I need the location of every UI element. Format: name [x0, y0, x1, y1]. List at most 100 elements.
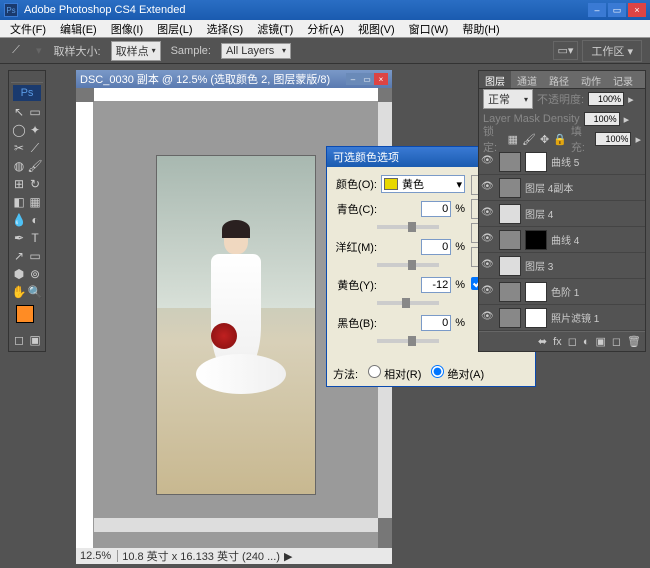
lasso-tool[interactable]: ◯ [11, 121, 27, 139]
menu-select[interactable]: 选择(S) [201, 19, 250, 39]
pen-tool[interactable]: ✒ [11, 229, 27, 247]
group-icon[interactable]: ▣ [595, 335, 605, 348]
visibility-icon[interactable]: 👁 [481, 311, 495, 325]
layer-thumb[interactable] [499, 204, 521, 224]
cyan-slider[interactable] [377, 225, 439, 229]
doc-minimize-button[interactable]: – [346, 73, 360, 85]
tab-history[interactable]: 记录 [607, 71, 639, 88]
type-tool[interactable]: T [27, 229, 43, 247]
minimize-button[interactable]: – [588, 3, 606, 17]
document-titlebar[interactable]: DSC_0030 副本 @ 12.5% (选取颜色 2, 图层蒙版/8) – ▭… [76, 70, 392, 88]
layer-mask-thumb[interactable] [525, 282, 547, 302]
doc-maximize-button[interactable]: ▭ [360, 73, 374, 85]
status-arrow-icon[interactable]: ▶ [284, 550, 292, 563]
visibility-icon[interactable]: 👁 [481, 233, 495, 247]
visibility-icon[interactable]: 👁 [481, 155, 495, 169]
menu-window[interactable]: 窗口(W) [403, 19, 455, 39]
absolute-radio-label[interactable]: 绝对(A) [431, 365, 484, 382]
zoom-tool[interactable]: 🔍 [27, 283, 43, 301]
sample-layers-select[interactable]: All Layers [221, 43, 291, 59]
eyedropper-tool[interactable]: ⟋ [27, 139, 43, 157]
visibility-icon[interactable]: 👁 [481, 285, 495, 299]
layer-thumb[interactable] [499, 308, 521, 328]
layer-item[interactable]: 👁色阶 1 [479, 279, 645, 305]
crop-tool[interactable]: ✂ [11, 139, 27, 157]
menu-image[interactable]: 图像(I) [105, 19, 149, 39]
tab-channels[interactable]: 通道 [511, 71, 543, 88]
lock-all-icon[interactable]: 🔒 [553, 133, 567, 146]
absolute-radio[interactable] [431, 365, 444, 378]
fill-arrow-icon[interactable]: ▸ [635, 133, 641, 146]
tab-layers[interactable]: 图层 [479, 71, 511, 88]
menu-layer[interactable]: 图层(L) [151, 19, 198, 39]
magenta-slider[interactable] [377, 263, 439, 267]
layer-mask-thumb[interactable] [525, 152, 547, 172]
layer-thumb[interactable] [499, 282, 521, 302]
black-slider[interactable] [377, 339, 439, 343]
layer-mask-thumb[interactable] [525, 230, 547, 250]
history-brush-tool[interactable]: ↻ [27, 175, 43, 193]
screen-mode-button[interactable]: ▭▾ [553, 41, 579, 60]
layer-thumb[interactable] [499, 256, 521, 276]
3d-camera-tool[interactable]: ⊚ [27, 265, 43, 283]
opacity-arrow-icon[interactable]: ▸ [628, 93, 634, 106]
path-tool[interactable]: ↗ [11, 247, 27, 265]
gradient-tool[interactable]: ▦ [27, 193, 43, 211]
magenta-input[interactable] [421, 239, 451, 255]
3d-tool[interactable]: ⬢ [11, 265, 27, 283]
scrollbar-horizontal[interactable] [94, 518, 378, 532]
visibility-icon[interactable]: 👁 [481, 207, 495, 221]
link-layers-icon[interactable]: ⬌ [538, 335, 547, 348]
menu-edit[interactable]: 编辑(E) [54, 19, 103, 39]
lock-transparent-icon[interactable]: ▦ [508, 133, 518, 146]
close-button[interactable]: × [628, 3, 646, 17]
layer-item[interactable]: 👁照片滤镜 1 [479, 305, 645, 331]
quick-mask-button[interactable]: ◻ [11, 331, 27, 349]
adjustment-layer-icon[interactable]: ◐ [583, 336, 590, 348]
layer-item[interactable]: 👁图层 4副本 [479, 175, 645, 201]
layer-mask-icon[interactable]: ◻ [568, 335, 577, 348]
blend-mode-select[interactable]: 正常 [483, 89, 533, 109]
doc-close-button[interactable]: × [374, 73, 388, 85]
stamp-tool[interactable]: ⊞ [11, 175, 27, 193]
layer-item[interactable]: 👁图层 3 [479, 253, 645, 279]
color-swatches[interactable] [16, 305, 38, 327]
heal-tool[interactable]: ◍ [11, 157, 27, 175]
dodge-tool[interactable]: ◐ [27, 211, 43, 229]
workspace-select[interactable]: 工作区 ▾ [582, 40, 642, 62]
layer-item[interactable]: 👁图层 4 [479, 201, 645, 227]
visibility-icon[interactable]: 👁 [481, 181, 495, 195]
layer-mask-thumb[interactable] [525, 308, 547, 328]
cyan-input[interactable] [421, 201, 451, 217]
mask-arrow-icon[interactable]: ▸ [624, 113, 630, 126]
blur-tool[interactable]: 💧 [11, 211, 27, 229]
marquee-tool[interactable]: ▭ [27, 103, 43, 121]
lock-position-icon[interactable]: ✥ [540, 133, 549, 146]
menu-view[interactable]: 视图(V) [352, 19, 401, 39]
menu-file[interactable]: 文件(F) [4, 19, 52, 39]
hand-tool[interactable]: ✋ [11, 283, 27, 301]
layer-thumb[interactable] [499, 178, 521, 198]
lock-pixels-icon[interactable]: 🖌 [522, 133, 536, 146]
maximize-button[interactable]: ▭ [608, 3, 626, 17]
foreground-color[interactable] [16, 305, 34, 323]
visibility-icon[interactable]: 👁 [481, 259, 495, 273]
screen-mode-tool[interactable]: ▣ [27, 331, 43, 349]
tab-paths[interactable]: 路径 [543, 71, 575, 88]
shape-tool[interactable]: ▭ [27, 247, 43, 265]
fill-input[interactable] [595, 132, 631, 146]
relative-radio[interactable] [368, 365, 381, 378]
menu-help[interactable]: 帮助(H) [456, 19, 505, 39]
delete-layer-icon[interactable]: 🗑 [627, 335, 641, 348]
layer-thumb[interactable] [499, 152, 521, 172]
menu-filter[interactable]: 滤镜(T) [251, 19, 299, 39]
layer-item[interactable]: 👁曲线 5 [479, 149, 645, 175]
menu-analysis[interactable]: 分析(A) [301, 19, 350, 39]
new-layer-icon[interactable]: ◻ [612, 335, 621, 348]
color-dropdown[interactable]: 黄色 ▾ [381, 175, 465, 193]
opacity-input[interactable] [588, 92, 624, 106]
wand-tool[interactable]: ✦ [27, 121, 43, 139]
yellow-slider[interactable] [377, 301, 439, 305]
black-input[interactable] [421, 315, 451, 331]
brush-tool[interactable]: 🖌 [27, 157, 43, 175]
